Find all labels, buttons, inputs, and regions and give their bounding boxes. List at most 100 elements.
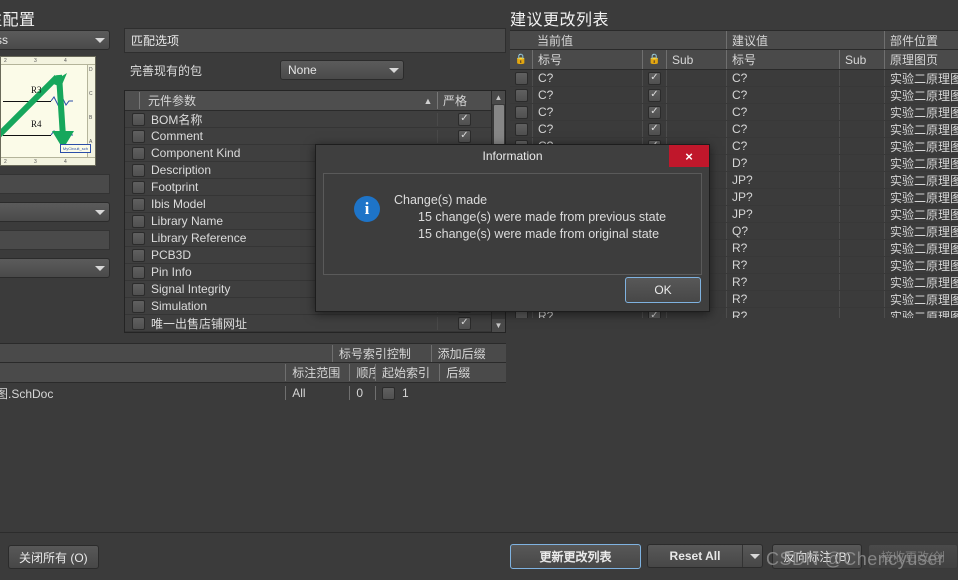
bottom-bar-left: 关闭所有 (O) [0, 532, 506, 580]
param-checkbox[interactable] [131, 231, 145, 245]
col-current-sub[interactable]: Sub [666, 50, 726, 69]
param-checkbox[interactable] [131, 112, 145, 126]
doc-column-header[interactable]: 标注范围 [285, 364, 349, 381]
col-proposed-sub[interactable]: Sub [839, 50, 884, 69]
schematic-preview: 2 3 4 D C B A R3 R4 MyCircuit_sch 2 3 4 [0, 56, 96, 166]
left-combo-2-value: r [0, 205, 91, 219]
row-lock-cell: ✓ [642, 104, 666, 120]
row-select-cell [510, 87, 532, 103]
reset-all-button[interactable]: Reset All [648, 545, 742, 567]
lock-icon: 🔒 [514, 54, 528, 65]
row-checkbox[interactable] [514, 122, 528, 136]
lock-checkbox[interactable]: ✓ [648, 105, 661, 119]
param-checkbox[interactable] [131, 299, 145, 313]
schematic-sheet: 实验二原理图. [884, 189, 958, 205]
doc-column-header[interactable]: 理图页 [0, 364, 285, 381]
doc-table-column-header: 理图页标注范围顺序起始索引后缀 [0, 363, 506, 383]
param-checkbox[interactable] [131, 214, 145, 228]
lock-checkbox[interactable]: ✓ [648, 88, 661, 102]
close-icon[interactable]: × [669, 145, 709, 167]
lock-checkbox[interactable]: ✓ [648, 122, 661, 136]
param-checkbox[interactable] [131, 197, 145, 211]
param-row-checkbox-cell [125, 299, 151, 313]
row-lock-cell: ✓ [642, 121, 666, 137]
current-sub [666, 104, 726, 120]
proposed-sub [839, 257, 884, 273]
schematic-sheet: 实验二原理图. [884, 138, 958, 154]
preview-refdes-r4: R4 [31, 119, 42, 129]
left-combo-2[interactable]: r [0, 202, 110, 222]
param-checkbox[interactable] [131, 146, 145, 160]
strict-checkbox[interactable]: ✓ [458, 112, 471, 126]
param-col-strict[interactable]: 严格 [437, 92, 491, 109]
lock-checkbox[interactable]: ✓ [648, 71, 661, 85]
start-index-checkbox[interactable] [382, 386, 396, 400]
reset-all-dropdown-button[interactable] [742, 545, 762, 567]
dialog-ok-button[interactable]: OK [625, 277, 701, 303]
back-annotate-button[interactable]: 反向标注 (B) [772, 544, 862, 569]
param-row[interactable]: Comment ✓ [125, 128, 505, 145]
param-checkbox[interactable] [131, 180, 145, 194]
col-proposed-designator[interactable]: 标号 [726, 50, 839, 69]
param-table-header: 元件参数 ▲ 严格 [125, 91, 505, 111]
doc-order: 0 [349, 386, 375, 400]
scroll-down-icon[interactable]: ▼ [492, 319, 505, 332]
col-current-designator[interactable]: 标号 [532, 50, 642, 69]
param-checkbox[interactable] [131, 129, 145, 143]
proposed-sub [839, 274, 884, 290]
strict-checkbox[interactable]: ✓ [458, 316, 471, 330]
bottom-bar-right: 更新更改列表 Reset All 反向标注 (B) 接收更改(创 [506, 532, 958, 580]
param-row-checkbox-cell [125, 214, 151, 228]
row-checkbox[interactable] [514, 88, 528, 102]
param-row[interactable]: BOM名称 ✓ [125, 111, 505, 128]
dialog-line-2: 15 change(s) were made from original sta… [418, 227, 660, 241]
annotation-scope-value: n Across [0, 33, 9, 47]
col-schematic-sheet[interactable]: 原理图页 [884, 50, 958, 69]
param-col-name[interactable]: 元件参数 [139, 92, 419, 109]
doc-column-header[interactable]: 起始索引 [375, 364, 439, 381]
left-field-label-1 [0, 174, 110, 194]
close-all-button[interactable]: 关闭所有 (O) [8, 545, 99, 569]
param-checkbox[interactable] [131, 248, 145, 262]
param-strict-cell: ✓ [437, 112, 491, 126]
schematic-sheet: 实验二原理图. [884, 291, 958, 307]
existing-packages-combo[interactable]: None [280, 60, 404, 80]
left-combo-3[interactable] [0, 258, 110, 278]
param-checkbox[interactable] [131, 282, 145, 296]
param-checkbox[interactable] [131, 265, 145, 279]
dialog-message: Change(s) made 15 change(s) were made fr… [394, 192, 666, 243]
row-checkbox[interactable] [514, 105, 528, 119]
table-row[interactable]: C? ✓ C? 实验二原理图. [510, 121, 958, 138]
scrollbar-thumb[interactable] [494, 105, 504, 149]
strict-checkbox[interactable]: ✓ [458, 129, 471, 143]
param-row-checkbox-cell [125, 197, 151, 211]
param-checkbox[interactable] [131, 316, 145, 330]
table-row[interactable]: C? ✓ C? 实验二原理图. [510, 70, 958, 87]
row-checkbox[interactable] [514, 71, 528, 85]
proposed-designator: R? [726, 274, 839, 290]
scroll-up-icon[interactable]: ▲ [492, 91, 505, 104]
param-name: 唯一出售店铺网址 [151, 316, 248, 331]
annotation-scope-combo[interactable]: n Across [0, 30, 110, 50]
existing-packages-row: 完善现有的包 None [130, 60, 500, 80]
table-row[interactable]: C? ✓ C? 实验二原理图. [510, 104, 958, 121]
param-row[interactable]: 唯一出售店铺网址 ✓ [125, 315, 505, 332]
info-icon: i [354, 196, 380, 222]
doc-table-row[interactable]: 二原理图.SchDoc All0 1 [0, 383, 506, 403]
proposed-designator: C? [726, 104, 839, 120]
param-strict-cell: ✓ [437, 316, 491, 330]
reset-all-split-button[interactable]: Reset All [647, 544, 763, 568]
param-checkbox[interactable] [131, 163, 145, 177]
doc-column-header[interactable]: 顺序 [349, 364, 375, 381]
proposed-sub [839, 189, 884, 205]
table-row[interactable]: C? ✓ C? 实验二原理图. [510, 87, 958, 104]
proposed-designator: JP? [726, 172, 839, 188]
proposed-sub [839, 155, 884, 171]
dialog-title: Information [482, 149, 543, 163]
left-field-label-2 [0, 230, 110, 250]
param-row-checkbox-cell [125, 129, 151, 143]
current-designator: C? [532, 121, 642, 137]
schematic-sheet: 实验二原理图. [884, 240, 958, 256]
doc-column-header[interactable]: 后缀 [439, 364, 506, 381]
update-changes-list-button[interactable]: 更新更改列表 [510, 544, 641, 569]
